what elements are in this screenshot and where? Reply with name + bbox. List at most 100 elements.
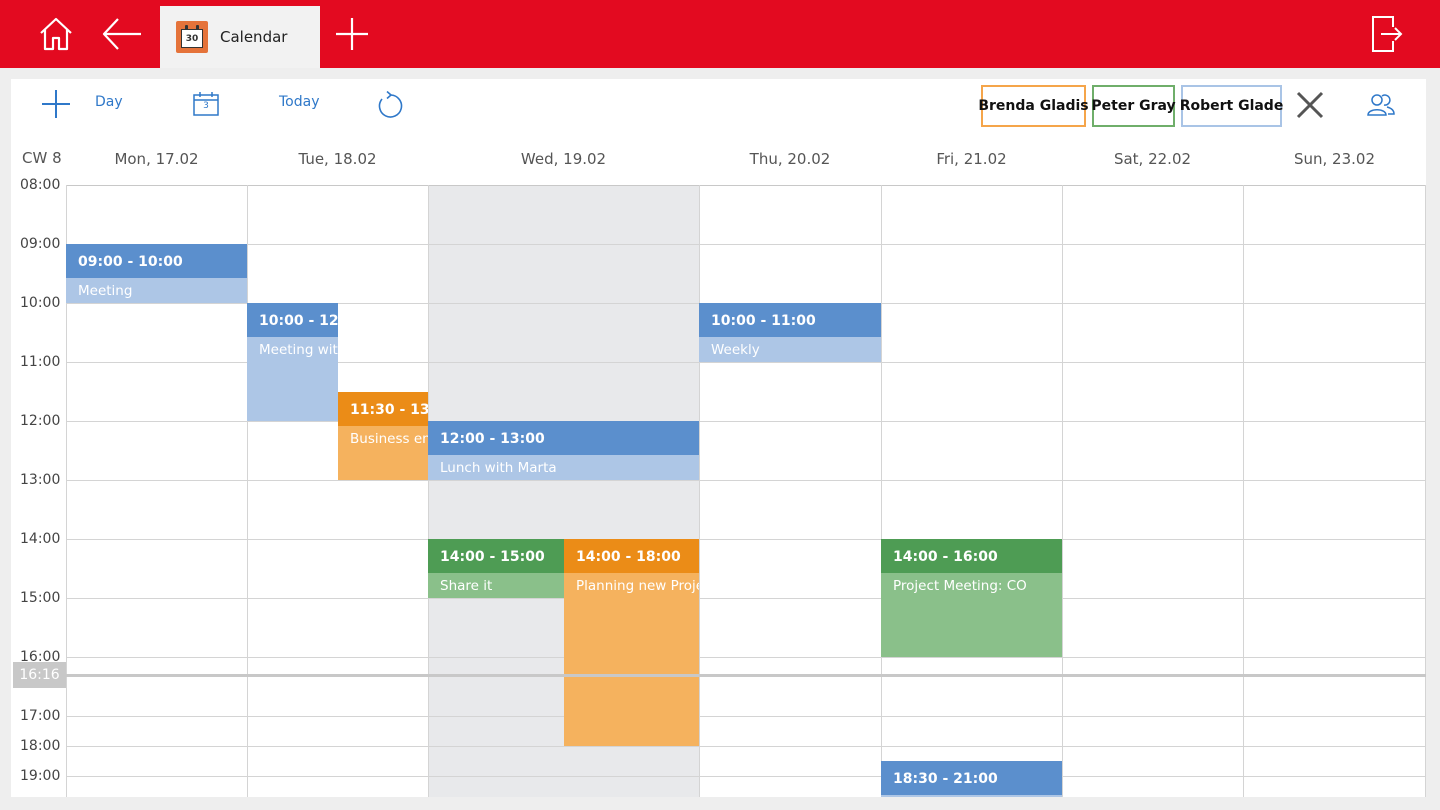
time-label: 17:00 (20, 708, 61, 724)
plus-icon (334, 16, 370, 52)
clear-filter-button[interactable] (1295, 90, 1325, 124)
event-business[interactable]: 11:30 - 13:00 Business eng (338, 392, 428, 480)
event-time: 10:00 - 12:00 (247, 303, 338, 337)
home-button[interactable] (34, 0, 78, 68)
event-time: 11:30 - 13:00 (338, 392, 428, 426)
day-divider (247, 185, 248, 797)
event-title: Planning new Project (576, 578, 699, 594)
users-icon (1366, 93, 1396, 121)
event-time: 14:00 - 18:00 (564, 539, 699, 573)
day-divider (428, 185, 429, 797)
event-time: 14:00 - 16:00 (881, 539, 1062, 573)
hour-line (66, 480, 1426, 481)
calendar-panel: Day 3 Today Brenda Gladis Peter Gray Rob… (11, 79, 1426, 797)
event-title: Project Meeting: CO (893, 578, 1027, 594)
time-label: 09:00 (20, 236, 61, 252)
time-label: 13:00 (20, 472, 61, 488)
time-label: 19:00 (20, 768, 61, 784)
calendar-grid[interactable]: 08:00 09:00 10:00 11:00 12:00 13:00 14:0… (11, 177, 1426, 797)
event-title (881, 795, 1062, 797)
hour-line (66, 244, 1426, 245)
logout-icon (1369, 15, 1403, 53)
top-bar: 30 Calendar (0, 0, 1440, 68)
time-label: 08:00 (20, 177, 61, 193)
day-view-button[interactable]: Day (95, 94, 123, 110)
event-meeting[interactable]: 09:00 - 10:00 Meeting (66, 244, 247, 303)
event-title: Meeting with (259, 342, 338, 358)
calendar-app-icon-day: 30 (181, 29, 203, 48)
calendar-app-icon: 30 (176, 21, 208, 53)
hour-line (66, 776, 1426, 777)
refresh-icon (376, 90, 406, 125)
person-filter-name: Brenda Gladis (978, 98, 1089, 114)
grid-top-border (66, 185, 1426, 186)
event-title: Meeting (78, 283, 133, 299)
back-button[interactable] (100, 0, 144, 68)
day-header[interactable]: Mon, 17.02 (66, 147, 247, 171)
hour-line (66, 539, 1426, 540)
person-filter-chip[interactable]: Peter Gray (1091, 85, 1176, 127)
event-share-it[interactable]: 14:00 - 15:00 Share it (428, 539, 564, 598)
day-view-label: Day (95, 94, 123, 110)
event-time: 10:00 - 11:00 (699, 303, 881, 337)
new-appointment-button[interactable] (41, 89, 71, 123)
logout-button[interactable] (1366, 0, 1406, 68)
time-label: 10:00 (20, 295, 61, 311)
hour-line (66, 421, 1426, 422)
day-divider (881, 185, 882, 797)
event-time: 14:00 - 15:00 (428, 539, 564, 573)
event-evening[interactable]: 18:30 - 21:00 (881, 761, 1062, 797)
day-header[interactable]: Sat, 22.02 (1062, 147, 1243, 171)
time-label: 15:00 (20, 590, 61, 606)
home-icon (38, 16, 74, 52)
event-weekly[interactable]: 10:00 - 11:00 Weekly (699, 303, 881, 362)
today-label: Today (279, 94, 320, 110)
event-title: Share it (440, 578, 493, 594)
person-filter-name: Peter Gray (1091, 98, 1176, 114)
toolbar: Day 3 Today Brenda Gladis Peter Gray Rob… (11, 79, 1426, 137)
today-button[interactable]: Today (279, 94, 320, 110)
back-arrow-icon (101, 16, 143, 52)
add-tab-button[interactable] (332, 0, 372, 68)
person-filter-chip[interactable]: Robert Glade (1180, 85, 1283, 127)
hour-line (66, 598, 1426, 599)
event-title: Business eng (350, 431, 428, 447)
day-divider (1062, 185, 1063, 797)
date-picker-button[interactable]: 3 (192, 91, 220, 117)
event-title: Lunch with Marta (440, 460, 557, 476)
plus-icon (41, 89, 71, 123)
event-project-meeting[interactable]: 14:00 - 16:00 Project Meeting: CO (881, 539, 1062, 657)
event-time: 18:30 - 21:00 (881, 761, 1062, 795)
day-divider (699, 185, 700, 797)
select-users-button[interactable] (1366, 93, 1396, 121)
day-divider (1425, 185, 1426, 797)
day-header[interactable]: Fri, 21.02 (881, 147, 1062, 171)
hour-line (66, 746, 1426, 747)
event-planning[interactable]: 14:00 - 18:00 Planning new Project (564, 539, 699, 746)
calendar-week-label: CW 8 (22, 149, 62, 167)
close-icon (1295, 90, 1325, 124)
event-lunch[interactable]: 12:00 - 13:00 Lunch with Marta (428, 421, 699, 480)
tab-calendar[interactable]: 30 Calendar (160, 6, 320, 68)
calendar-icon: 3 (192, 91, 220, 117)
day-header[interactable]: Sun, 23.02 (1243, 147, 1426, 171)
refresh-button[interactable] (376, 90, 406, 125)
day-header[interactable]: Tue, 18.02 (247, 147, 428, 171)
current-time-label: 16:16 (13, 662, 66, 688)
time-label: 14:00 (20, 531, 61, 547)
current-time-line (66, 674, 1426, 677)
time-label: 12:00 (20, 413, 61, 429)
hour-line (66, 716, 1426, 717)
day-divider (1243, 185, 1244, 797)
tab-label: Calendar (220, 28, 288, 46)
person-filter-chip[interactable]: Brenda Gladis (978, 85, 1089, 127)
time-label: 11:00 (20, 354, 61, 370)
event-time: 12:00 - 13:00 (428, 421, 699, 455)
calendar-icon-day: 3 (203, 101, 209, 111)
time-label: 18:00 (20, 738, 61, 754)
hour-line (66, 657, 1426, 658)
day-header[interactable]: Thu, 20.02 (699, 147, 881, 171)
event-time: 09:00 - 10:00 (66, 244, 247, 278)
day-header[interactable]: Wed, 19.02 (428, 147, 699, 171)
event-meeting-with[interactable]: 10:00 - 12:00 Meeting with (247, 303, 338, 421)
